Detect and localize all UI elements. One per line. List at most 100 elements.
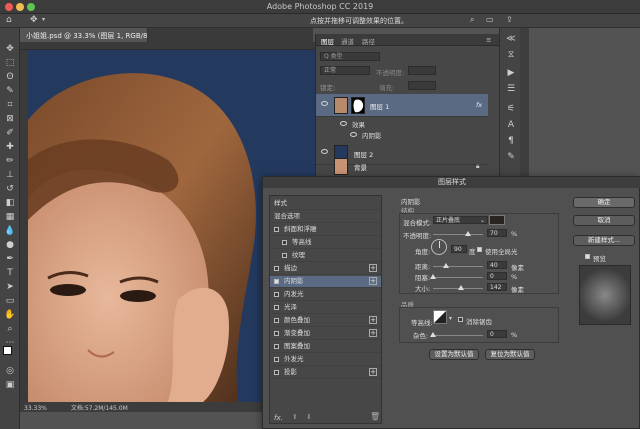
style-item[interactable]: 外发光: [270, 354, 381, 366]
collapse-icon[interactable]: ≪: [505, 34, 517, 44]
layer-row[interactable]: 图层 1 fx: [316, 94, 488, 117]
size-slider[interactable]: [433, 285, 483, 290]
antialias-checkbox[interactable]: [458, 317, 463, 322]
make-default-button[interactable]: 设置为默认值: [429, 349, 479, 360]
zoom-icon[interactable]: ⌕: [4, 324, 16, 334]
foreground-color-swatch[interactable]: [3, 346, 12, 355]
fill-input[interactable]: [408, 81, 436, 90]
style-item[interactable]: 样式: [270, 198, 381, 210]
inner-shadow-effect-row[interactable]: 内阴影: [350, 129, 480, 140]
tool-preset-chevron-icon[interactable]: ▾: [42, 16, 45, 23]
noise-slider[interactable]: [430, 332, 483, 337]
frame-icon[interactable]: ⊠: [4, 114, 16, 124]
add-effect-icon[interactable]: +: [369, 368, 377, 376]
delete-effect-icon[interactable]: 🗑︎: [370, 412, 380, 421]
inner-shadow-visibility-icon[interactable]: [350, 132, 357, 137]
quick-mask-icon[interactable]: ◎: [4, 366, 16, 376]
panel-menu-icon[interactable]: ≡: [486, 36, 491, 44]
style-item[interactable]: 渐变叠加 +: [270, 328, 381, 340]
distance-slider-knob[interactable]: [443, 263, 450, 268]
layer-name[interactable]: 图层 1: [370, 101, 389, 111]
style-item[interactable]: 等高线: [270, 237, 381, 249]
shadow-color-swatch[interactable]: [489, 215, 505, 225]
contour-chevron-icon[interactable]: ▾: [449, 315, 452, 322]
add-effect-icon[interactable]: +: [369, 264, 377, 272]
type-icon[interactable]: T: [4, 268, 16, 278]
contour-preview[interactable]: [433, 310, 447, 324]
style-checkbox[interactable]: [274, 370, 279, 375]
properties-icon[interactable]: ☰: [505, 84, 517, 94]
style-item[interactable]: 光泽: [270, 302, 381, 314]
adjustments-icon[interactable]: ⚟: [505, 104, 517, 114]
healing-icon[interactable]: ✚: [4, 142, 16, 152]
add-effect-icon[interactable]: +: [369, 277, 377, 285]
marquee-icon[interactable]: ⬚: [4, 58, 16, 68]
angle-value[interactable]: 90: [451, 245, 467, 253]
history-icon[interactable]: ⧖: [505, 50, 517, 60]
tab-paths[interactable]: 路径: [362, 36, 375, 46]
noise-value[interactable]: 0: [487, 330, 507, 338]
ruler-horizontal[interactable]: [20, 42, 315, 50]
quick-select-icon[interactable]: ✎: [4, 86, 16, 96]
blend-mode-dropdown[interactable]: 正片叠底 ⌄: [433, 216, 488, 224]
style-item[interactable]: 描边 +: [270, 263, 381, 275]
opacity-input[interactable]: [408, 66, 436, 75]
preview-checkbox[interactable]: [585, 254, 590, 259]
tab-layers[interactable]: 图层: [321, 36, 334, 46]
paragraph-icon[interactable]: ¶: [505, 136, 517, 146]
choke-slider[interactable]: [430, 274, 483, 279]
reset-default-button[interactable]: 复位为默认值: [485, 349, 535, 360]
share-icon[interactable]: ⇪: [506, 15, 513, 24]
global-light-checkbox[interactable]: [477, 247, 482, 252]
new-style-button[interactable]: 新建样式...: [573, 235, 635, 246]
layer-filter-search[interactable]: Q 类型: [320, 52, 380, 61]
fx-icon[interactable]: fx: [476, 101, 482, 109]
style-item[interactable]: 内发光: [270, 289, 381, 301]
distance-value[interactable]: 40: [487, 261, 507, 269]
move-icon[interactable]: ✥: [4, 44, 16, 54]
effects-row[interactable]: 效果: [340, 118, 480, 129]
style-item[interactable]: 图案叠加: [270, 341, 381, 353]
document-tab[interactable]: 小姐姐.psd @ 33.3% (图层 1, RGB/8) *: [20, 28, 148, 42]
opacity-value[interactable]: 70: [487, 229, 507, 237]
distance-slider[interactable]: [433, 263, 483, 268]
style-item[interactable]: 投影 +: [270, 367, 381, 379]
style-checkbox[interactable]: [274, 305, 279, 310]
style-checkbox[interactable]: [274, 266, 279, 271]
visibility-eye-icon[interactable]: [321, 149, 328, 154]
style-checkbox[interactable]: [274, 331, 279, 336]
gradient-icon[interactable]: ▦: [4, 212, 16, 222]
dodge-icon[interactable]: ●: [4, 240, 16, 250]
style-checkbox[interactable]: [274, 344, 279, 349]
style-item[interactable]: 斜面和浮雕: [270, 224, 381, 236]
eyedropper-icon[interactable]: ✐: [4, 128, 16, 138]
actions-icon[interactable]: ▶: [505, 68, 517, 78]
stamp-icon[interactable]: ⊥: [4, 170, 16, 180]
brush-icon[interactable]: ✏: [4, 156, 16, 166]
size-value[interactable]: 142: [487, 283, 507, 291]
blur-icon[interactable]: 💧: [4, 226, 16, 236]
home-icon[interactable]: ⌂: [6, 15, 12, 25]
style-checkbox[interactable]: [274, 357, 279, 362]
effects-visibility-icon[interactable]: [340, 121, 347, 126]
fx-menu-icon[interactable]: fx.: [274, 414, 283, 422]
ok-button[interactable]: 确定: [573, 197, 635, 208]
style-item[interactable]: 混合选项: [270, 211, 381, 223]
noise-slider-knob[interactable]: [430, 332, 436, 337]
layer-mask-thumbnail[interactable]: [351, 97, 365, 114]
zoom-level[interactable]: 33.33%: [24, 405, 47, 412]
blend-mode-select[interactable]: 正常: [320, 66, 370, 75]
workspace-icon[interactable]: ▭: [486, 15, 494, 24]
path-select-icon[interactable]: ➤: [4, 282, 16, 292]
style-checkbox[interactable]: [282, 253, 287, 258]
brushes-icon[interactable]: ✎: [505, 152, 517, 162]
move-tool-icon[interactable]: ✥: [30, 15, 38, 25]
hand-icon[interactable]: ✋: [4, 310, 16, 320]
style-checkbox[interactable]: [282, 240, 287, 245]
history-brush-icon[interactable]: ↺: [4, 184, 16, 194]
visibility-eye-icon[interactable]: [321, 101, 328, 106]
style-item[interactable]: 颜色叠加 +: [270, 315, 381, 327]
crop-icon[interactable]: ⌗: [4, 100, 16, 110]
style-checkbox[interactable]: [274, 279, 279, 284]
style-checkbox[interactable]: [274, 292, 279, 297]
